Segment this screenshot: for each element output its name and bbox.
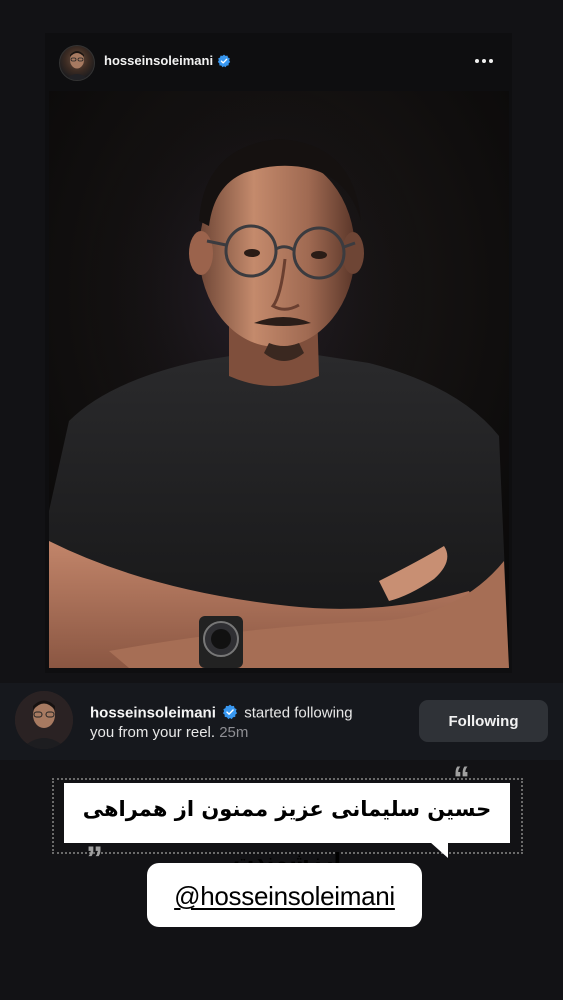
- quote-close-mark: ”: [86, 840, 103, 878]
- quote-text: حسین سلیمانی عزیز ممنون از همراهی ارزشمن…: [82, 797, 492, 873]
- post-photo[interactable]: [49, 91, 509, 668]
- notification-line-2: you from your reel. 25m: [90, 724, 248, 741]
- shared-post-card[interactable]: hosseinsoleimani: [45, 33, 512, 673]
- quote-sticker[interactable]: حسین سلیمانی عزیز ممنون از همراهی ارزشمن…: [64, 783, 510, 873]
- notification-time: 25m: [219, 724, 249, 741]
- verified-badge-icon: [222, 704, 238, 720]
- follow-notification[interactable]: hosseinsoleimani started following you f…: [0, 683, 563, 760]
- avatar-portrait-icon: [15, 691, 73, 749]
- post-header: hosseinsoleimani: [45, 33, 512, 91]
- post-username[interactable]: hosseinsoleimani: [104, 53, 213, 68]
- more-dot-icon: [475, 59, 479, 63]
- more-dot-icon: [482, 59, 486, 63]
- notification-username[interactable]: hosseinsoleimani: [90, 704, 216, 721]
- mention-sticker[interactable]: @hosseinsoleimani: [147, 863, 422, 927]
- portrait-photo: [49, 91, 509, 668]
- post-avatar[interactable]: [59, 45, 95, 81]
- avatar-portrait-icon: [65, 51, 89, 80]
- more-dot-icon: [489, 59, 493, 63]
- story-canvas: hosseinsoleimani hosseinsoleimani starte…: [0, 0, 563, 1000]
- mention-text: @hosseinsoleimani: [174, 881, 395, 911]
- verified-badge-icon: [217, 54, 231, 68]
- following-button[interactable]: Following: [419, 700, 548, 742]
- notification-action: started following: [244, 704, 353, 722]
- more-options-button[interactable]: [469, 51, 499, 71]
- notification-line-1: hosseinsoleimani started following: [90, 704, 353, 723]
- notification-avatar[interactable]: [15, 691, 73, 749]
- speech-bubble-tail: [430, 842, 448, 858]
- notification-detail: you from your reel.: [90, 724, 216, 741]
